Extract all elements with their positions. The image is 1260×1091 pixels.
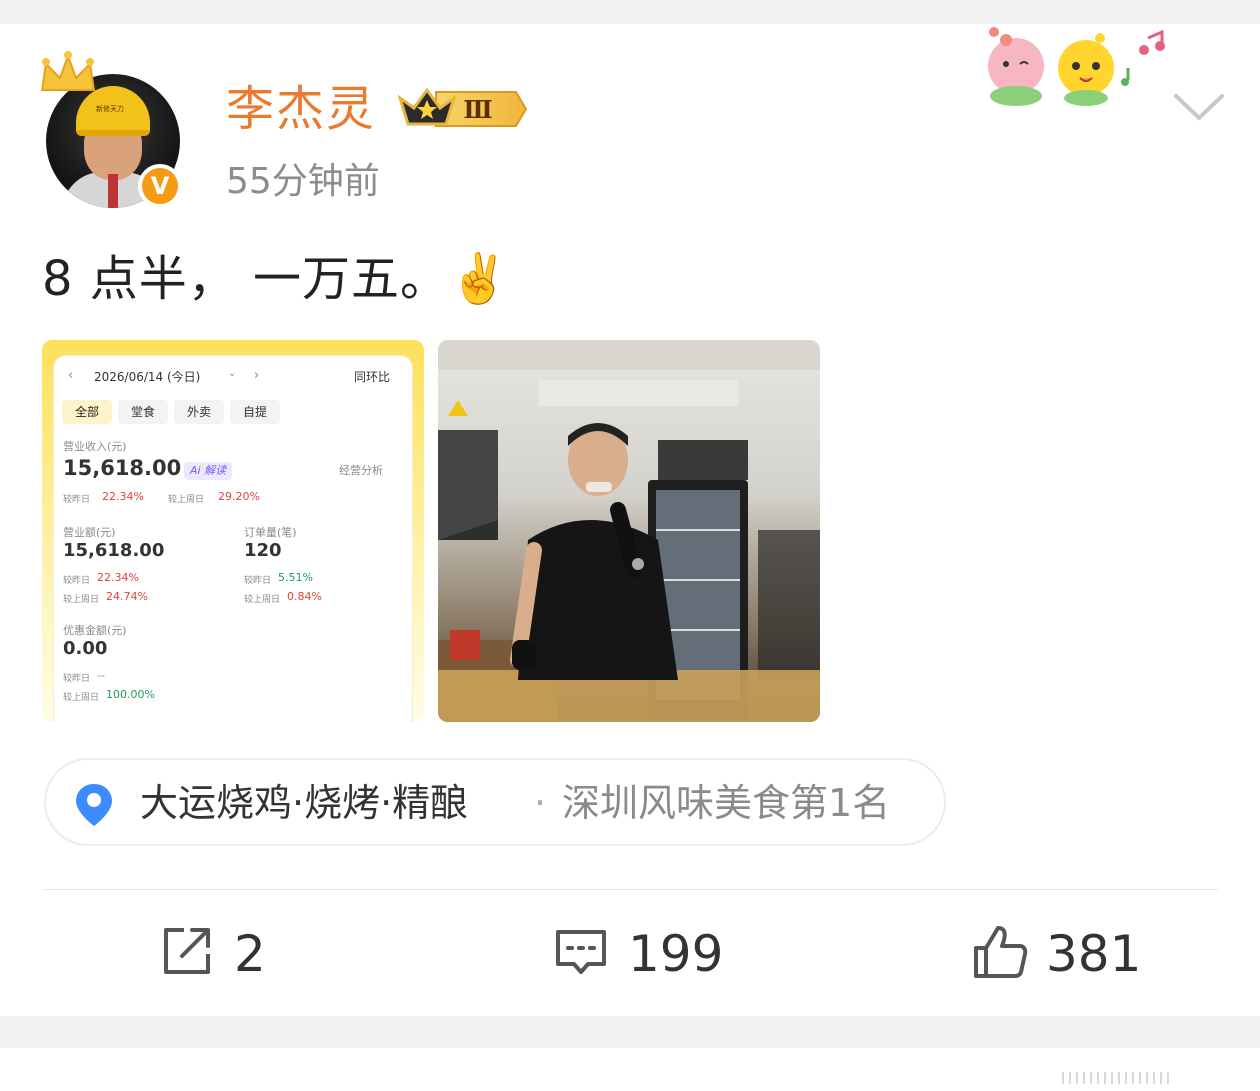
discount-vs-last-week: 100.00% <box>106 688 155 701</box>
revenue-vs-last-week-label: 较上周日 <box>168 495 205 505</box>
post-image-kitchen-photo[interactable] <box>438 340 820 722</box>
level-badge-text: Ⅲ <box>463 95 492 124</box>
revenue-vs-yesterday-label: 较昨日 <box>63 495 91 505</box>
discount-vs-yesterday-label: 较昨日 <box>63 674 91 684</box>
actions-divider <box>42 889 1218 890</box>
scroll-indicator <box>1062 1072 1172 1084</box>
tab-dine-in: 堂食 <box>118 400 168 424</box>
post-image-sales-screenshot[interactable]: ‹ 2026/06/14 (今日) ⌄ › 同环比 全部 堂食 外卖 自提 营业… <box>42 340 424 722</box>
tab-delivery: 外卖 <box>174 400 224 424</box>
sales-panel: ‹ 2026/06/14 (今日) ⌄ › 同环比 全部 堂食 外卖 自提 营业… <box>54 356 412 722</box>
like-count: 381 <box>1046 925 1142 983</box>
location-tag[interactable]: 大运烧鸡·烧烤·精酿 · 深圳风味美食第1名 <box>44 758 946 846</box>
revenue-value: 15,618.00 <box>63 456 182 480</box>
thumbs-up-icon <box>974 926 1028 978</box>
turnover-value: 15,618.00 <box>63 540 165 561</box>
orders-value: 120 <box>244 540 282 561</box>
share-icon <box>164 928 210 974</box>
post-text: 8 点半， 一万五。✌️ <box>42 246 510 312</box>
comment-icon <box>556 930 606 974</box>
analysis-link: 经营分析 <box>339 464 383 477</box>
vip-level-badge-icon[interactable]: Ⅲ <box>396 84 530 134</box>
revenue-vs-yesterday: 22.34% <box>102 490 144 503</box>
report-date: 2026/06/14 (今日) <box>94 370 201 384</box>
helmet-text: 新修天力 <box>96 105 124 113</box>
ai-analysis-tag: Ai 解读 <box>184 462 233 480</box>
post-body-text: 8 点半， 一万五。 <box>42 251 450 307</box>
next-post-edge <box>0 1048 1260 1091</box>
turnover-label: 营业额(元) <box>63 526 116 539</box>
victory-hand-emoji-icon: ✌️ <box>449 251 510 307</box>
decorative-stickers-icon <box>988 27 1165 106</box>
turnover-vs-last-week: 24.74% <box>106 590 148 603</box>
location-pin-icon <box>76 784 112 826</box>
location-separator: · <box>534 781 547 825</box>
revenue-label: 营业收入(元) <box>63 440 127 453</box>
date-dropdown-icon: ⌄ <box>228 368 237 379</box>
turnover-vs-yesterday: 22.34% <box>97 571 139 584</box>
next-date-icon: › <box>254 368 260 383</box>
orders-vs-last-week: 0.84% <box>287 590 322 603</box>
post-timestamp: 55分钟前 <box>226 161 380 202</box>
discount-value: 0.00 <box>63 638 108 659</box>
crown-icon <box>40 51 96 91</box>
tab-pickup: 自提 <box>230 400 280 424</box>
discount-label: 优惠金额(元) <box>63 624 127 637</box>
discount-vs-yesterday: -- <box>97 669 105 682</box>
comment-button[interactable]: 199 <box>554 922 754 986</box>
turnover-vs-last-week-label: 较上周日 <box>63 595 100 605</box>
repost-count: 2 <box>234 925 266 983</box>
kitchen-photo-illustration <box>438 340 820 722</box>
chevron-down-icon[interactable] <box>1172 90 1226 124</box>
like-button[interactable]: 381 <box>972 922 1172 986</box>
turnover-vs-yesterday-label: 较昨日 <box>63 576 91 586</box>
avatar[interactable]: 新修天力 V <box>40 51 182 208</box>
comment-count: 199 <box>628 925 724 983</box>
verified-badge-icon: V <box>138 164 182 208</box>
revenue-vs-last-week: 29.20% <box>218 490 260 503</box>
location-name: 大运烧鸡·烧烤·精酿 <box>140 781 469 825</box>
prev-date-icon: ‹ <box>68 368 74 383</box>
repost-button[interactable]: 2 <box>160 922 320 986</box>
username[interactable]: 李杰灵 <box>226 80 376 138</box>
discount-vs-last-week-label: 较上周日 <box>63 693 100 703</box>
compare-mode: 同环比 <box>354 370 391 384</box>
orders-vs-last-week-label: 较上周日 <box>244 595 281 605</box>
tab-all: 全部 <box>62 400 112 424</box>
orders-vs-yesterday: 5.51% <box>278 571 313 584</box>
orders-vs-yesterday-label: 较昨日 <box>244 576 272 586</box>
location-rank: 深圳风味美食第1名 <box>562 781 891 825</box>
orders-label: 订单量(笔) <box>244 526 297 539</box>
